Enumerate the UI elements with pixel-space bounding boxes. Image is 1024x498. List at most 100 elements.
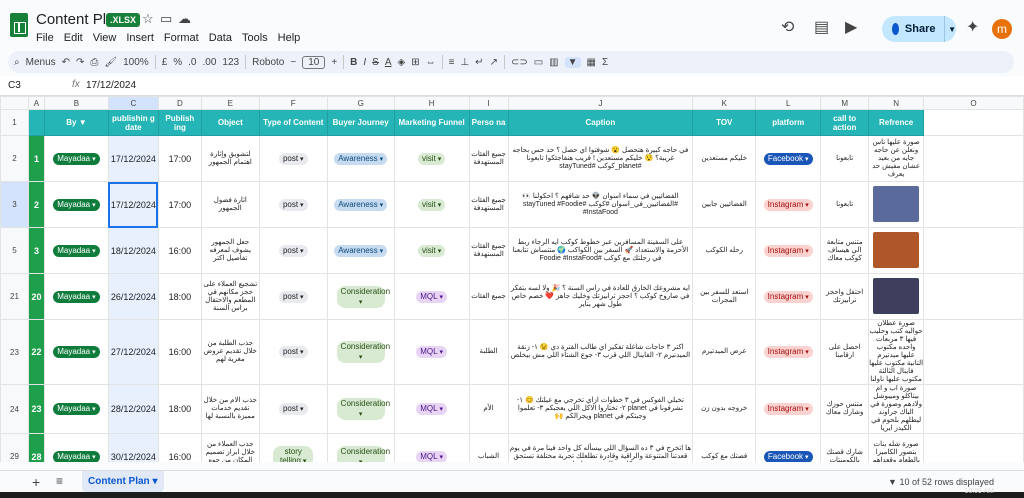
empty-cell[interactable] xyxy=(923,273,1024,320)
funnel-chip[interactable]: MQL xyxy=(416,346,448,358)
funnel-cell[interactable]: MQL xyxy=(393,433,470,462)
journey-cell[interactable]: Consideration xyxy=(326,319,395,385)
platform-chip[interactable]: Instagram xyxy=(763,198,813,211)
column-header[interactable]: C xyxy=(107,96,159,110)
header-cell[interactable]: Buyer Journey xyxy=(326,109,395,136)
time-cell[interactable]: 17:00 xyxy=(157,181,202,228)
filter-icon[interactable]: ▼ xyxy=(79,118,87,127)
funnel-cell[interactable]: MQL xyxy=(393,319,470,385)
font-size-input[interactable]: 10 xyxy=(302,55,326,69)
comment-icon[interactable]: ▭ xyxy=(534,57,543,68)
percent-format[interactable]: % xyxy=(173,57,182,68)
object-cell[interactable]: جذب العملاء من خلال ابراز تصميم المكان م… xyxy=(200,433,260,462)
platform-cell[interactable]: Instagram xyxy=(755,181,822,228)
header-cell[interactable]: platform xyxy=(755,109,822,136)
chevron-down-icon[interactable]: ▾ xyxy=(152,476,157,487)
type-cell[interactable]: post xyxy=(258,135,328,182)
funnel-cell[interactable]: visit xyxy=(393,227,470,274)
caption-cell[interactable]: على السفينة المسافرين عبر خطوط كوكب ايه … xyxy=(507,227,694,274)
tov-cell[interactable]: قصتك مع كوكب xyxy=(692,433,757,462)
persona-cell[interactable]: الطلبة xyxy=(468,319,509,385)
by-cell[interactable]: Mayadaa xyxy=(43,135,109,182)
header-cell[interactable]: Object xyxy=(200,109,260,136)
funnel-chip[interactable]: MQL xyxy=(416,290,448,303)
by-cell[interactable]: Mayadaa xyxy=(43,433,109,462)
reference-cell[interactable]: صورة شله بنات بتصور الكاميرا بالطعام وقع… xyxy=(868,433,925,462)
empty-cell[interactable] xyxy=(923,135,1024,182)
chevron-down-icon[interactable]: ▼ xyxy=(948,25,956,34)
row-number[interactable]: 5 xyxy=(0,227,29,274)
menu-format[interactable]: Format xyxy=(164,32,199,44)
header-cell[interactable] xyxy=(27,109,45,136)
serial-cell[interactable]: 20 xyxy=(27,273,45,320)
undo-icon[interactable]: ↶ xyxy=(62,57,70,68)
number-format[interactable]: 123 xyxy=(222,57,239,68)
empty-cell[interactable] xyxy=(923,384,1024,434)
increase-decimal[interactable]: .00 xyxy=(203,57,217,68)
platform-cell[interactable]: Instagram xyxy=(755,273,822,320)
journey-cell[interactable]: Consideration xyxy=(326,273,395,320)
reference-cell[interactable]: صورة عليها ناس ونعلن عن حاجه جايه من بعي… xyxy=(868,135,925,182)
persona-cell[interactable]: جميع الفئات المستهدفة xyxy=(468,181,509,228)
header-cell[interactable] xyxy=(923,109,1024,136)
funnel-cell[interactable]: visit xyxy=(393,181,470,228)
menu-edit[interactable]: Edit xyxy=(64,32,83,44)
functions-icon[interactable]: Σ xyxy=(602,57,608,68)
vertical-align-icon[interactable]: ⊥ xyxy=(460,57,469,68)
cloud-status-icon[interactable]: ☁ xyxy=(178,11,191,27)
type-cell[interactable]: post xyxy=(258,273,328,320)
date-cell[interactable]: 26/12/2024 xyxy=(107,273,159,320)
name-box[interactable]: C3 xyxy=(8,80,21,91)
menu-file[interactable]: File xyxy=(36,32,54,44)
paint-format-icon[interactable]: 🖌 xyxy=(104,57,117,68)
formula-input[interactable]: 17/12/2024 xyxy=(86,80,136,91)
platform-cell[interactable]: Instagram xyxy=(755,227,822,274)
author-chip[interactable]: Mayadaa xyxy=(53,346,100,358)
row-number[interactable]: 23 xyxy=(0,319,29,385)
funnel-chip[interactable]: visit xyxy=(417,198,446,211)
tov-cell[interactable]: استعد للسفر بين المجرات xyxy=(692,273,757,320)
persona-cell[interactable]: الشباب xyxy=(468,433,509,462)
platform-chip[interactable]: Instagram xyxy=(763,290,813,303)
tov-cell[interactable]: عرض الميدتيرم xyxy=(692,319,757,385)
date-cell[interactable]: 27/12/2024 xyxy=(107,319,159,385)
platform-cell[interactable]: Facebook xyxy=(755,433,822,462)
empty-cell[interactable] xyxy=(923,181,1024,228)
journey-chip[interactable]: Awareness xyxy=(334,198,388,211)
persona-cell[interactable]: جميع الفئات المستهدفة xyxy=(468,135,509,182)
menu-help[interactable]: Help xyxy=(278,32,301,44)
header-cell[interactable]: publishin g date xyxy=(107,109,159,136)
caption-cell[interactable]: ايه مشروعك الخارق للعادة في راس السنة ؟ … xyxy=(507,273,694,320)
cta-cell[interactable]: متنس متابعة الي هيساف كوكب معاك xyxy=(820,227,870,274)
caption-cell[interactable]: تخيلي الفوكس في ٣ خطوات ازاي تخرجي مع عي… xyxy=(507,384,694,434)
journey-chip[interactable]: Consideration xyxy=(336,285,390,308)
serial-cell[interactable]: 22 xyxy=(27,319,45,385)
by-cell[interactable]: Mayadaa xyxy=(43,384,109,434)
journey-chip[interactable]: Consideration xyxy=(336,341,390,363)
text-wrap-icon[interactable]: ↵ xyxy=(475,57,483,68)
journey-cell[interactable]: Consideration xyxy=(326,384,395,434)
zoom-select[interactable]: 100% xyxy=(123,57,149,68)
platform-cell[interactable]: Facebook xyxy=(755,135,822,182)
funnel-chip[interactable]: visit xyxy=(417,244,446,257)
funnel-chip[interactable]: MQL xyxy=(416,403,448,415)
column-header[interactable]: E xyxy=(200,96,260,110)
row-number[interactable]: 1 xyxy=(0,109,29,136)
date-cell[interactable]: 18/12/2024 xyxy=(107,227,159,274)
type-chip[interactable]: post xyxy=(278,152,308,165)
redo-icon[interactable]: ↷ xyxy=(76,57,84,68)
funnel-cell[interactable]: visit xyxy=(393,135,470,182)
reference-image[interactable] xyxy=(873,231,920,268)
author-chip[interactable]: Mayadaa xyxy=(53,244,100,257)
date-cell[interactable]: 17/12/2024 xyxy=(107,181,159,228)
avatar[interactable]: m xyxy=(992,19,1012,39)
serial-cell[interactable]: 23 xyxy=(27,384,45,434)
print-icon[interactable]: ⎙ xyxy=(90,57,98,68)
reference-image[interactable] xyxy=(873,277,920,314)
star-icon[interactable]: ☆ xyxy=(142,11,154,27)
column-header[interactable]: G xyxy=(326,96,395,110)
date-cell[interactable]: 28/12/2024 xyxy=(107,384,159,434)
reference-cell[interactable]: صورة اب و ام بيتاكلو وميبوشل ولادهم وصور… xyxy=(868,384,925,434)
type-cell[interactable]: post xyxy=(258,319,328,385)
type-chip[interactable]: story telling xyxy=(273,446,314,462)
